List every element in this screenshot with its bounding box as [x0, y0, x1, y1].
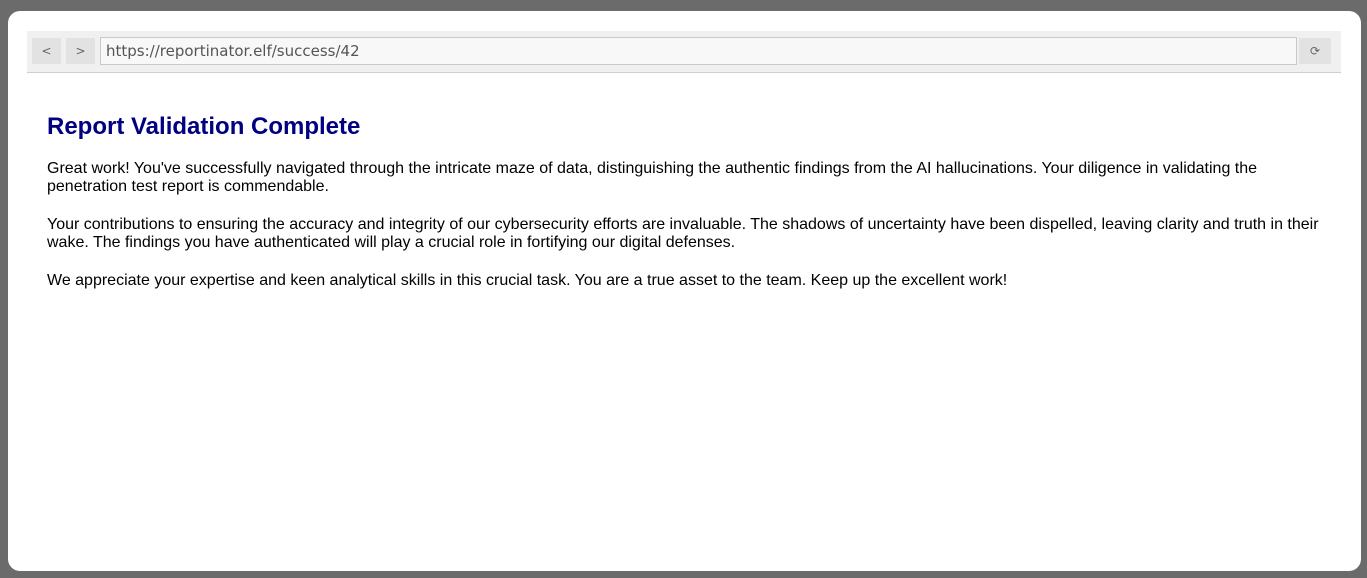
paragraph-appreciation: We appreciate your expertise and keen an… — [47, 272, 1008, 289]
browser-window: < > ⟳ Report Validation Complete Great w… — [8, 11, 1361, 571]
browser-toolbar: < > ⟳ — [27, 31, 1341, 73]
url-bar[interactable] — [100, 37, 1297, 65]
page-title: Report Validation Complete — [47, 113, 361, 140]
back-button[interactable]: < — [32, 38, 61, 64]
reload-button[interactable]: ⟳ — [1299, 38, 1331, 64]
page-content: Report Validation Complete Great work! Y… — [47, 111, 1327, 290]
forward-button[interactable]: > — [66, 38, 95, 64]
paragraph-intro: Great work! You've successfully navigate… — [47, 160, 1258, 195]
paragraph-contributions: Your contributions to ensuring the accur… — [47, 216, 1319, 251]
